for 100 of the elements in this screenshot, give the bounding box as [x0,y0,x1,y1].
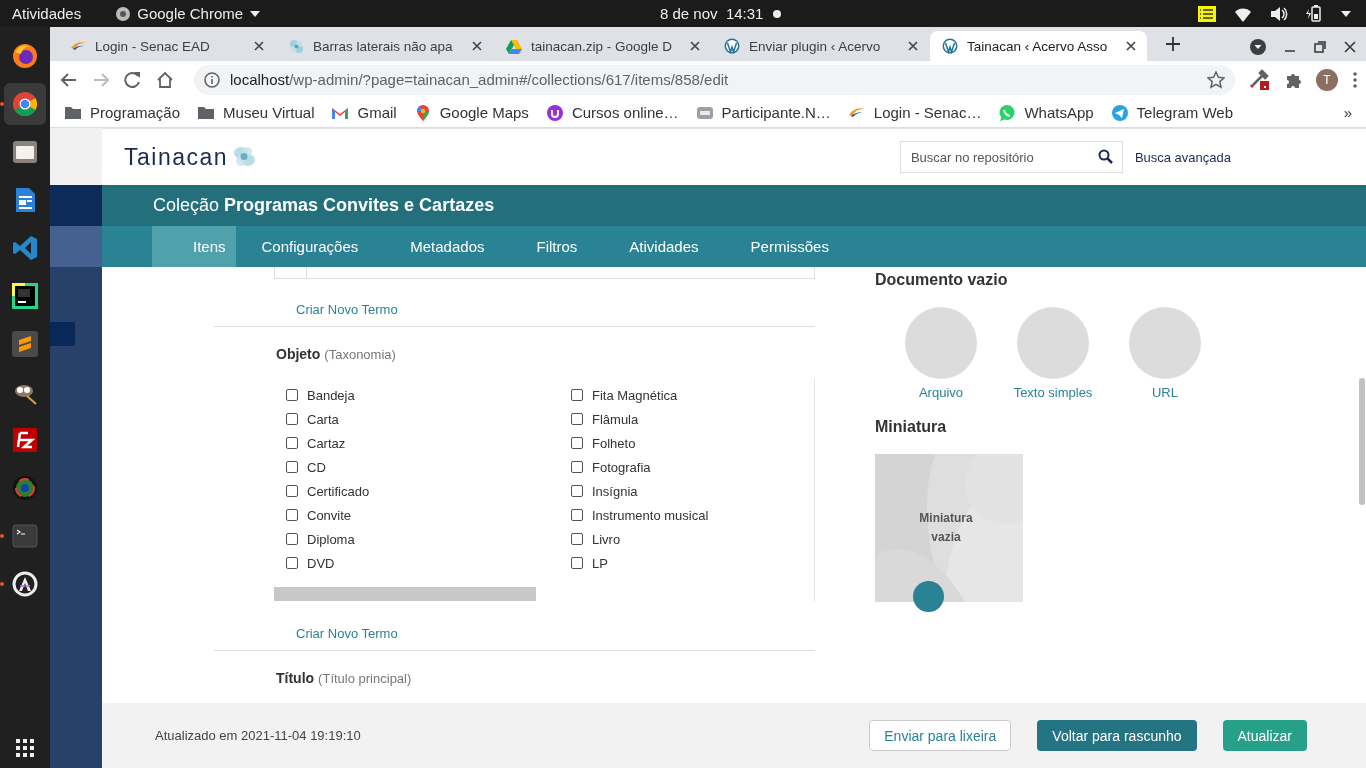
paper-plane-icon [1110,103,1129,122]
favicon-icon [724,38,740,54]
checkbox[interactable] [571,509,583,522]
caret-icon [249,8,262,19]
flame-globe-icon [11,42,39,70]
s-shape-icon [11,330,39,358]
nav-tab[interactable]: Atividades [603,226,725,267]
create-term-link[interactable]: Criar Novo Termo [290,601,404,650]
option-label: Carta [307,411,339,427]
document-option-label[interactable]: URL [1152,385,1178,400]
eyedropper-icon[interactable] [1249,69,1270,90]
term-search-field[interactable] [274,267,815,280]
chat-bubble-icon [998,103,1017,122]
document-option-label[interactable]: Arquivo [918,385,964,400]
reload-icon[interactable] [124,70,142,89]
search-icon[interactable] [1097,149,1113,164]
option-label: Certificado [307,483,370,499]
bookmark[interactable]: WhatsApp [998,103,1094,122]
section-title: Documento vazio [875,271,1009,290]
bookmark[interactable]: Museu Virtual [197,103,315,122]
favicon-icon [506,38,522,54]
checkbox[interactable] [571,413,583,426]
browser-tab[interactable]: Enviar plugin ‹ Acervo [712,31,929,61]
checkbox[interactable] [286,509,298,522]
app-grid-icon[interactable] [16,739,34,757]
close-icon[interactable] [907,40,919,52]
nav-tab[interactable]: Metadados [384,226,511,267]
checkbox[interactable] [286,389,298,402]
bookmark[interactable]: Participante.N… [695,103,831,122]
advanced-search-link[interactable]: Busca avançada [1134,149,1231,165]
checkbox[interactable] [571,437,583,450]
checkbox[interactable] [286,437,298,450]
checkbox[interactable] [286,413,298,426]
home-icon[interactable] [156,70,174,89]
section-title: Miniatura [875,418,948,437]
horizontal-scrollbar[interactable] [274,587,536,602]
document-option-label[interactable]: Texto simples [1013,385,1093,400]
scrollbar-thumb[interactable] [1359,378,1365,505]
back-icon[interactable] [60,70,78,89]
favicon-icon [942,38,958,54]
clock[interactable]: 8 de nov 14:31 [660,5,764,22]
option-label: Bandeja [307,387,355,403]
create-term-link[interactable]: Criar Novo Termo [290,279,404,327]
bookmark[interactable]: Gmail [331,103,397,122]
bookmark-star-icon[interactable] [1207,70,1225,89]
nav-tab[interactable]: Permissões [724,226,855,267]
browser-tab[interactable]: Login - Senac EAD [58,31,275,61]
checkbox[interactable] [286,485,298,498]
close-icon[interactable] [1125,40,1137,52]
close-icon[interactable] [253,40,265,52]
address-bar[interactable]: localhost/wp-admin/?page=tainacan_admin#/collections/617/items/858/edit [194,64,1235,95]
checkbox[interactable] [571,389,583,402]
info-icon[interactable] [204,71,220,88]
field-type-label: (Título principal) [318,670,412,686]
nav-tab[interactable]: Filtros [510,226,604,267]
browser-tab[interactable]: Barras laterais não apa [276,31,493,61]
tab-search-icon[interactable] [1250,39,1266,55]
field-label: Objeto [276,346,321,363]
profile-avatar[interactable]: T [1316,68,1338,91]
close-icon[interactable] [689,40,701,52]
browser-tab[interactable]: tainacan.zip - Google D [494,31,711,61]
draft-button[interactable]: Voltar para rascunho [1037,720,1197,751]
close-icon[interactable] [1344,41,1356,53]
folder-icon [11,138,39,166]
maximize-icon[interactable] [1314,41,1326,53]
nav-tab[interactable]: Configurações [235,226,385,267]
checkbox[interactable] [286,461,298,474]
trash-button[interactable]: Enviar para lixeira [869,720,1012,751]
app-icon [115,5,132,22]
site-logo[interactable]: Tainacan [124,143,229,171]
activities-button[interactable]: Atividades [12,5,82,22]
checkbox[interactable] [571,485,583,498]
terminal-icon [11,522,39,550]
checkbox[interactable] [571,557,583,570]
option-label: Fotografia [592,459,651,475]
badge-icon [545,103,564,122]
checkbox[interactable] [571,533,583,546]
more-bookmarks-button[interactable]: » [1343,104,1352,121]
new-tab-icon[interactable] [1166,37,1180,51]
field-label: Título [276,669,315,686]
app-menu[interactable]: Google Chrome [137,5,244,22]
battery-icon [1306,5,1322,22]
checkbox[interactable] [286,557,298,570]
menu-icon[interactable] [1352,70,1358,89]
bookmark[interactable]: Programação [64,103,181,122]
edit-thumbnail-button[interactable] [913,581,944,612]
checkbox[interactable] [571,461,583,474]
search-field[interactable]: Buscar no repositório [899,141,1123,173]
browser-tab[interactable]: Tainacan ‹ Acervo Asso [930,31,1147,61]
bookmark[interactable]: Cursos online… [545,103,679,122]
notes-indicator-icon [1198,5,1216,22]
checkbox[interactable] [286,533,298,546]
app-store-icon [11,570,39,598]
bookmark[interactable]: Google Maps [413,103,529,122]
bookmark[interactable]: Login - Senac… [847,103,982,122]
close-icon[interactable] [471,40,483,52]
flower-logo-icon [231,145,258,169]
bookmark[interactable]: Telegram Web [1110,103,1234,122]
option-label: CD [307,459,326,475]
option-label: Livro [592,531,621,547]
